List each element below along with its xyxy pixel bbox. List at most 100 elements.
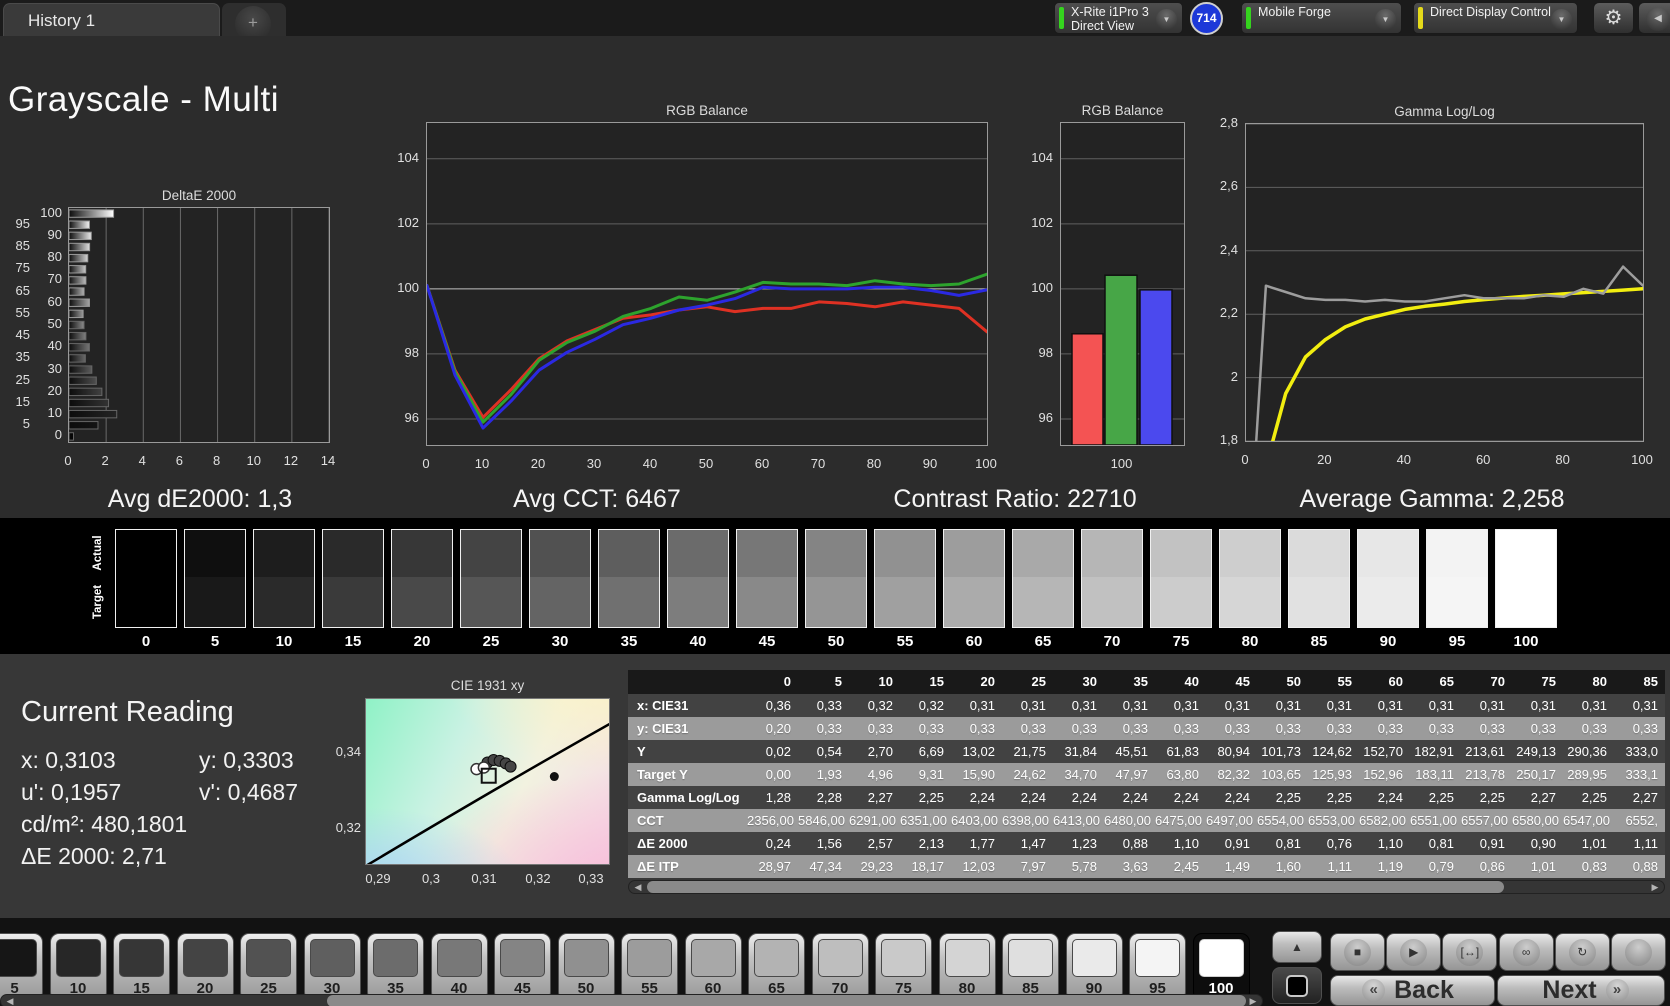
- swatch-label-45: 45: [758, 633, 776, 650]
- bar-ytick-102: 102: [1031, 214, 1053, 230]
- xtick-100: 100: [975, 456, 997, 471]
- ytick-104: 104: [397, 149, 419, 165]
- table-cell: 0,32: [849, 694, 900, 717]
- grayscale-swatch-25: [460, 529, 522, 628]
- pattern-button-20[interactable]: 20: [176, 933, 234, 1001]
- probe-status-stripe: [1059, 7, 1064, 29]
- table-cell: 6497,00: [1206, 809, 1257, 832]
- swatch-label-100: 100: [1513, 633, 1539, 650]
- pattern-button-95[interactable]: 95: [1129, 933, 1186, 1001]
- pattern-swatch-15: [119, 939, 164, 977]
- actual-patch-35: [599, 530, 659, 577]
- table-cell: 213,61: [1461, 740, 1512, 763]
- control-blank-button[interactable]: [1611, 933, 1666, 971]
- target-patch-60: [944, 577, 1004, 627]
- chevron-down-icon[interactable]: ▼: [1375, 9, 1396, 30]
- table-cell: 1,56: [798, 832, 849, 855]
- target-patch-25: [461, 577, 521, 627]
- stat-avg-de2000: Avg dE2000: 1,3: [107, 485, 293, 513]
- pattern-scrollbar[interactable]: ◀ ▶: [0, 994, 1263, 1006]
- blank-icon: [1625, 938, 1652, 966]
- table-col-header-15: 15: [900, 670, 951, 694]
- tab-history-1[interactable]: History 1: [3, 3, 220, 36]
- stop-pattern-button[interactable]: [1272, 967, 1322, 1004]
- table-cell: 0,33: [1053, 717, 1104, 740]
- table-cell: 5846,00: [798, 809, 849, 832]
- chevron-down-icon[interactable]: ▼: [1551, 9, 1572, 30]
- pattern-button-75[interactable]: 75: [875, 933, 932, 1001]
- table-col-header-20: 20: [951, 670, 1002, 694]
- table-corner-cell: [628, 670, 747, 694]
- scroll-right-icon[interactable]: ▶: [1246, 995, 1260, 1006]
- gear-icon[interactable]: ⚙: [1593, 2, 1634, 34]
- scroll-left-icon[interactable]: ◀: [3, 995, 17, 1006]
- chevron-down-icon[interactable]: ▼: [1156, 9, 1177, 30]
- control-refresh-button[interactable]: ↻: [1554, 933, 1610, 971]
- bar-Green: [1104, 274, 1138, 446]
- control-single-measure-button[interactable]: [↔]: [1442, 933, 1498, 971]
- pattern-button-30[interactable]: 30: [303, 933, 361, 1001]
- meter-source[interactable]: Mobile Forge ▼: [1241, 2, 1402, 34]
- target-patch-15: [323, 577, 383, 627]
- pattern-scroll-thumb[interactable]: [327, 995, 1246, 1006]
- swatch-label-25: 25: [482, 633, 500, 650]
- collapse-panel-button[interactable]: ◀: [1638, 2, 1670, 34]
- table-cell: 1,11: [1614, 832, 1665, 855]
- pattern-button-40[interactable]: 40: [430, 933, 488, 1001]
- scroll-right-icon[interactable]: ▶: [1648, 881, 1662, 893]
- pattern-button-90[interactable]: 90: [1065, 933, 1123, 1001]
- pattern-button-85[interactable]: 85: [1002, 933, 1059, 1001]
- table-cell: 2,24: [951, 786, 1002, 809]
- measurement-count-badge[interactable]: 714: [1190, 2, 1223, 35]
- control-stop-button[interactable]: ■: [1330, 933, 1385, 971]
- pattern-button-100[interactable]: 100: [1192, 933, 1250, 1001]
- back-label: Back: [1394, 976, 1454, 1004]
- pattern-button-60[interactable]: 60: [684, 933, 742, 1001]
- deltae-xtick-10: 10: [246, 453, 261, 468]
- grayscale-swatch-95: [1426, 529, 1488, 628]
- grayscale-swatch-60: [943, 529, 1005, 628]
- table-cell: 0,02: [747, 740, 798, 763]
- pattern-button-45[interactable]: 45: [494, 933, 551, 1001]
- ytick-2,2: 2,2: [1219, 305, 1238, 321]
- table-cell: 1,19: [1359, 855, 1410, 878]
- pattern-button-50[interactable]: 50: [557, 933, 615, 1001]
- pattern-button-55[interactable]: 55: [621, 933, 678, 1001]
- meter-probe[interactable]: X-Rite i1Pro 3 Direct View ▼: [1054, 2, 1183, 34]
- target-patch-95: [1427, 577, 1487, 627]
- table-scroll-thumb[interactable]: [647, 881, 1504, 893]
- ytick-2,6: 2,6: [1219, 178, 1238, 194]
- scroll-left-icon[interactable]: ◀: [631, 881, 645, 893]
- charts-section: Grayscale - Multi DeltaE 2000 100 95 90 85 8…: [0, 36, 1670, 608]
- pattern-button-10[interactable]: 10: [49, 933, 107, 1001]
- pattern-scroll-up-button[interactable]: ▲: [1272, 931, 1322, 963]
- pattern-button-25[interactable]: 25: [240, 933, 297, 1001]
- table-row-label: ΔE 2000: [628, 832, 747, 855]
- table-cell: 1,93: [798, 763, 849, 786]
- table-cell: 2,25: [1410, 786, 1461, 809]
- table-cell: 6554,00: [1257, 809, 1308, 832]
- pattern-button-5[interactable]: 5: [0, 933, 43, 1001]
- deltae-ytick-0: 0: [54, 427, 62, 443]
- pattern-button-15[interactable]: 15: [113, 933, 170, 1001]
- table-cell: 0,88: [1614, 855, 1665, 878]
- control-continuous-loop-button[interactable]: ∞: [1498, 933, 1554, 971]
- actual-patch-5: [185, 530, 245, 577]
- pattern-button-80[interactable]: 80: [938, 933, 996, 1001]
- control-play-button[interactable]: ▶: [1386, 933, 1442, 971]
- pattern-button-35[interactable]: 35: [367, 933, 424, 1001]
- table-cell: 0,31: [1614, 694, 1665, 717]
- pattern-button-70[interactable]: 70: [811, 933, 869, 1001]
- table-cell: 290,36: [1563, 740, 1614, 763]
- current-reading-heading: Current Reading: [21, 696, 234, 728]
- pattern-button-65[interactable]: 65: [748, 933, 805, 1001]
- table-cell: 4,96: [849, 763, 900, 786]
- table-cell: 0,33: [1104, 717, 1155, 740]
- table-cell: 3,63: [1104, 855, 1155, 878]
- meter-display-control[interactable]: Direct Display Control ▼: [1413, 2, 1578, 34]
- next-button[interactable]: Next »: [1497, 975, 1665, 1006]
- back-button[interactable]: « Back: [1330, 975, 1495, 1006]
- cie-ytick-0,34: 0,34: [335, 744, 361, 760]
- table-col-header-25: 25: [1002, 670, 1053, 694]
- table-scrollbar[interactable]: ◀ ▶: [628, 880, 1665, 894]
